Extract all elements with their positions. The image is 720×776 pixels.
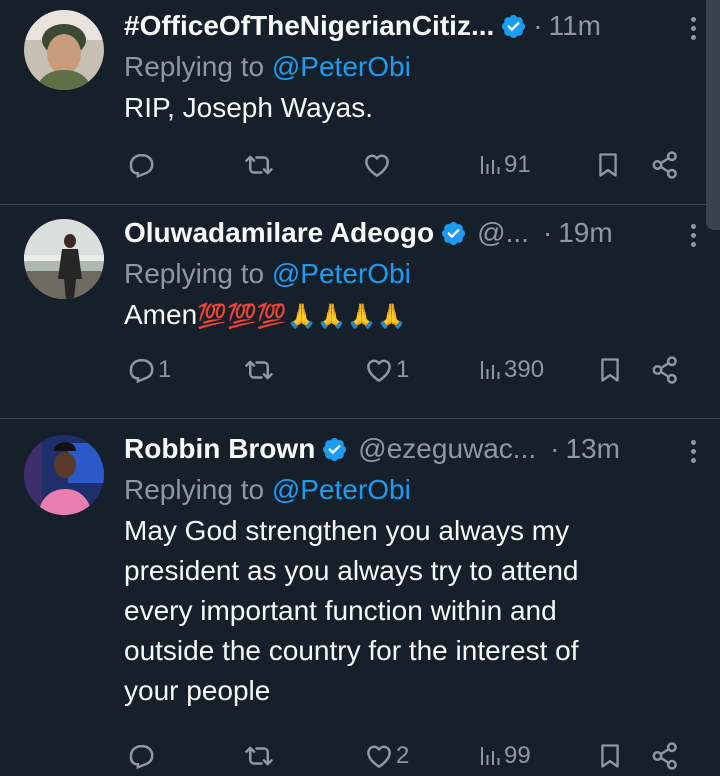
reply-button[interactable] [126, 736, 156, 776]
bookmark-button[interactable] [596, 350, 624, 390]
replying-to-label: Replying to [124, 474, 272, 505]
user-handle[interactable]: @... [477, 217, 529, 249]
tweet-text-line: president as you always try to attend [124, 555, 579, 586]
retweet-icon [244, 150, 274, 180]
views-count: 390 [504, 356, 545, 383]
tweet-header: #OfficeOfTheNigerianCitiz... · 11m [124, 6, 700, 46]
reply-icon [126, 150, 156, 180]
mention-link[interactable]: @PeterObi [272, 258, 411, 289]
like-button[interactable]: 1 [364, 350, 409, 390]
like-count: 2 [396, 742, 410, 769]
timestamp[interactable]: 19m [558, 217, 612, 249]
tweet-text: Amen💯💯💯🙏🙏🙏🙏 [124, 295, 700, 337]
verified-badge-icon [321, 436, 348, 463]
replying-to: Replying to @PeterObi [124, 469, 700, 511]
views-button[interactable]: 390 [478, 350, 544, 390]
tweet-text: May God strengthen you always my preside… [124, 511, 700, 711]
reply-button[interactable] [126, 145, 156, 185]
replying-to-label: Replying to [124, 258, 272, 289]
display-name[interactable]: Robbin Brown [124, 433, 315, 465]
tweet-text-line: May God strengthen you always my [124, 515, 570, 546]
replying-to: Replying to @PeterObi [124, 253, 700, 295]
like-button[interactable] [362, 145, 392, 185]
bookmark-button[interactable] [596, 736, 624, 776]
tweet-text-body: Amen [124, 299, 198, 330]
retweet-icon [244, 355, 274, 385]
avatar[interactable] [24, 219, 104, 299]
more-vertical-icon[interactable] [686, 221, 700, 251]
tweet-reply-1[interactable]: #OfficeOfTheNigerianCitiz... · 11m Reply… [0, 0, 720, 205]
reply-icon [126, 355, 156, 385]
action-bar: 2 99 [124, 736, 700, 776]
share-button[interactable] [650, 736, 680, 776]
more-vertical-icon[interactable] [686, 437, 700, 467]
tweet-text-line: every important function within and [124, 595, 557, 626]
like-button[interactable]: 2 [364, 736, 409, 776]
views-chart-icon [478, 152, 502, 178]
heart-icon [364, 355, 394, 385]
verified-badge-icon [500, 13, 527, 40]
emoji-sequence: 💯💯💯🙏🙏🙏🙏 [197, 302, 407, 330]
separator-dot: · [550, 433, 560, 464]
share-button[interactable] [650, 145, 680, 185]
display-name[interactable]: #OfficeOfTheNigerianCitiz... [124, 10, 494, 42]
display-name[interactable]: Oluwadamilare Adeogo [124, 217, 434, 249]
replying-to: Replying to @PeterObi [124, 46, 700, 88]
tweet-text-line: your people [124, 675, 271, 706]
bookmark-icon [596, 355, 624, 385]
share-icon [650, 355, 680, 385]
tweet-header: Robbin Brown @ezeguwac... · 13m [124, 429, 700, 469]
more-vertical-icon[interactable] [686, 14, 700, 44]
timestamp[interactable]: 13m [565, 433, 619, 465]
tweet-reply-3[interactable]: Robbin Brown @ezeguwac... · 13m Replying… [0, 419, 720, 769]
retweet-button[interactable] [244, 350, 274, 390]
replying-to-label: Replying to [124, 51, 272, 82]
reply-count: 1 [158, 356, 172, 383]
heart-icon [362, 150, 392, 180]
avatar[interactable] [24, 10, 104, 90]
avatar[interactable] [24, 435, 104, 515]
user-handle[interactable]: @ezeguwac... [358, 433, 536, 465]
retweet-button[interactable] [244, 145, 274, 185]
share-icon [650, 150, 680, 180]
views-chart-icon [478, 357, 502, 383]
reply-button[interactable]: 1 [126, 350, 171, 390]
mention-link[interactable]: @PeterObi [272, 51, 411, 82]
action-bar: 91 [124, 145, 700, 185]
views-chart-icon [478, 743, 502, 769]
views-count: 91 [504, 151, 531, 178]
separator-dot: · [542, 217, 553, 248]
timestamp[interactable]: 11m [549, 10, 601, 42]
separator-dot: · [533, 10, 543, 41]
retweet-button[interactable] [244, 736, 274, 776]
share-button[interactable] [650, 350, 680, 390]
tweet-reply-2[interactable]: Oluwadamilare Adeogo @... · 19m Replying… [0, 205, 720, 419]
views-button[interactable]: 99 [478, 736, 531, 776]
bookmark-button[interactable] [594, 145, 622, 185]
views-button[interactable]: 91 [478, 145, 531, 185]
bookmark-icon [594, 150, 622, 180]
views-count: 99 [504, 742, 531, 769]
tweet-text: RIP, Joseph Wayas. [124, 92, 374, 123]
like-count: 1 [396, 356, 410, 383]
verified-badge-icon [440, 220, 467, 247]
action-bar: 1 1 390 [124, 350, 700, 390]
tweet-text-line: outside the country for the interest of [124, 635, 579, 666]
tweet-header: Oluwadamilare Adeogo @... · 19m [124, 213, 700, 253]
mention-link[interactable]: @PeterObi [272, 474, 411, 505]
